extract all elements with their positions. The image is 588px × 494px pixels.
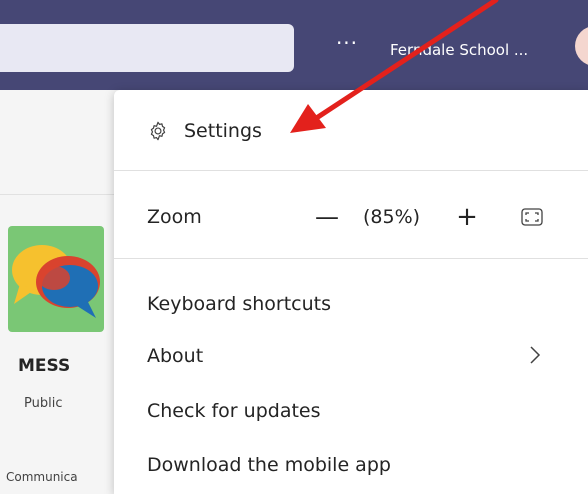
- team-visibility: Public: [24, 396, 63, 411]
- zoom-control: Zoom — (85%) +: [114, 194, 588, 240]
- settings-dropdown-menu: Settings Zoom — (85%) + Keyboard shortcu…: [114, 90, 588, 494]
- chat-bubbles-icon: [12, 245, 100, 318]
- team-description: Communica: [6, 470, 78, 484]
- menu-item-settings[interactable]: Settings: [114, 110, 588, 154]
- menu-item-label: Settings: [184, 120, 262, 142]
- menu-divider: [114, 258, 588, 259]
- menu-item-about[interactable]: About: [114, 336, 588, 376]
- team-card[interactable]: [8, 226, 104, 332]
- menu-item-label: Keyboard shortcuts: [147, 293, 332, 315]
- zoom-level: (85%): [363, 206, 421, 228]
- avatar[interactable]: [575, 26, 588, 66]
- fullscreen-icon[interactable]: [521, 208, 543, 226]
- chevron-right-icon: [530, 346, 541, 364]
- search-bar[interactable]: [0, 24, 294, 72]
- team-name: MESS: [18, 356, 71, 376]
- gear-icon: [150, 121, 166, 141]
- menu-item-label: Check for updates: [147, 400, 321, 422]
- menu-item-label: About: [147, 345, 204, 367]
- org-switcher[interactable]: Ferndale School ...: [390, 38, 560, 62]
- menu-item-check-for-updates[interactable]: Check for updates: [114, 391, 588, 431]
- title-bar: ··· Ferndale School ...: [0, 0, 588, 90]
- more-options-button[interactable]: ···: [332, 33, 362, 58]
- menu-divider: [114, 170, 588, 171]
- menu-item-label: Download the mobile app: [147, 454, 391, 476]
- background-divider: [0, 194, 116, 195]
- zoom-in-button[interactable]: +: [451, 202, 483, 232]
- menu-item-download-mobile-app[interactable]: Download the mobile app: [114, 445, 588, 485]
- zoom-label: Zoom: [147, 206, 202, 228]
- zoom-out-button[interactable]: —: [310, 202, 344, 232]
- menu-item-keyboard-shortcuts[interactable]: Keyboard shortcuts: [114, 284, 588, 324]
